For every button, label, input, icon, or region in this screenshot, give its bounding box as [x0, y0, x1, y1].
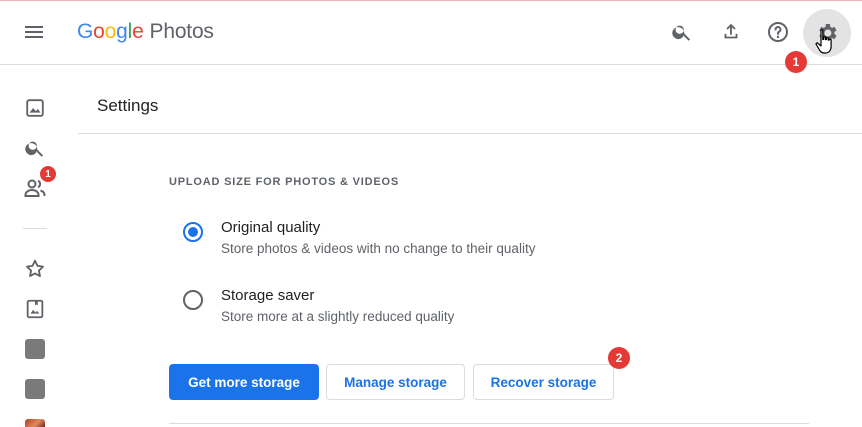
sidebar-item-explore[interactable]: [19, 132, 51, 164]
title-divider: [78, 133, 862, 134]
star-icon: [26, 259, 44, 277]
search-icon: [25, 141, 44, 157]
photos-icon: [26, 99, 44, 117]
sidebar-album-thumbnail[interactable]: [19, 333, 51, 365]
google-photos-logo[interactable]: Google Photos: [77, 20, 214, 44]
album-thumbnail-image: [25, 419, 45, 427]
sharing-notification-badge: 1: [40, 166, 56, 182]
help-button[interactable]: [758, 12, 798, 52]
sidebar-item-photos[interactable]: [19, 92, 51, 124]
upload-button[interactable]: [711, 12, 751, 52]
help-icon: [768, 22, 788, 42]
sidebar-divider: [23, 228, 47, 229]
sidebar-item-albums[interactable]: [19, 293, 51, 325]
option-title: Storage saver: [221, 287, 315, 304]
option-description: Store more at a slightly reduced quality: [221, 309, 455, 324]
radio-original-quality[interactable]: [183, 222, 203, 242]
recover-storage-button[interactable]: Recover storage: [473, 364, 614, 400]
album-thumbnail-image: [25, 339, 45, 359]
section-divider: [169, 423, 809, 424]
main-menu-button[interactable]: [14, 12, 54, 52]
step-marker-2: 2: [608, 347, 630, 369]
search-button[interactable]: [662, 12, 702, 52]
sidebar-album-thumbnail[interactable]: [19, 373, 51, 405]
album-thumbnail-image: [25, 379, 45, 399]
manage-storage-button[interactable]: Manage storage: [326, 364, 465, 400]
top-app-bar: Google Photos: [0, 1, 862, 65]
hand-pointer-cursor: [815, 29, 832, 54]
step-marker-1: 1: [785, 51, 807, 73]
sidebar-album-thumbnail[interactable]: [19, 413, 51, 427]
search-icon: [672, 25, 691, 41]
option-title: Original quality: [221, 219, 321, 236]
menu-icon: [25, 26, 43, 38]
album-icon: [26, 299, 44, 319]
page-title: Settings: [97, 96, 159, 115]
section-heading-upload-size: UPLOAD SIZE FOR PHOTOS & VIDEOS: [169, 176, 399, 188]
option-description: Store photos & videos with no change to …: [221, 241, 536, 256]
option-storage-saver[interactable]: Storage saver Store more at a slightly r…: [181, 286, 601, 330]
sidebar-item-sharing[interactable]: 1: [19, 166, 56, 204]
get-more-storage-button[interactable]: Get more storage: [169, 364, 319, 400]
option-original-quality[interactable]: Original quality Store photos & videos w…: [181, 218, 601, 262]
sidebar-item-favorites[interactable]: [19, 253, 51, 285]
radio-storage-saver[interactable]: [183, 290, 203, 310]
upload-icon: [724, 23, 738, 39]
product-name: Photos: [149, 20, 214, 43]
